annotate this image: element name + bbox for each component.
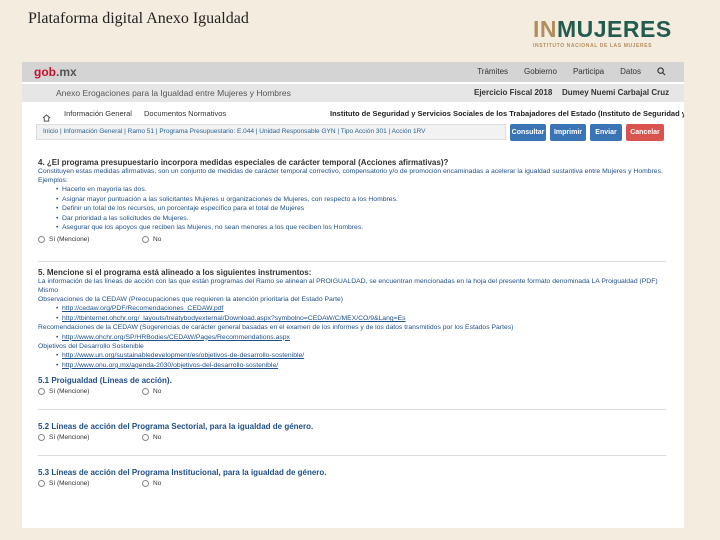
divider [38, 455, 666, 457]
q4-no-option[interactable]: No [142, 235, 162, 243]
gob-nav: Trámites Gobierno Participa Datos [477, 67, 666, 78]
q53-no-label: No [153, 480, 162, 488]
gob-logo-main: gob [34, 65, 56, 79]
app-title: Anexo Erogaciones para la Igualdad entre… [56, 88, 291, 98]
gob-header: gob.mx Trámites Gobierno Participa Datos [22, 62, 684, 82]
toolbar: Información General Documentos Normativo… [36, 106, 684, 122]
q51-yes-option[interactable]: Sí (Mencione) [38, 388, 142, 396]
radio-button[interactable] [38, 480, 45, 488]
cancel-button[interactable]: Cancelar [626, 124, 664, 141]
link[interactable]: http://tbinternet.ohchr.org/_layouts/tre… [56, 314, 666, 324]
gob-logo[interactable]: gob.mx [34, 65, 77, 79]
slide-title: Plataforma digital Anexo Igualdad [28, 10, 249, 27]
question-5-2-options: Sí (Mencione) No [38, 434, 666, 442]
q53-yes-option[interactable]: Sí (Mencione) [38, 480, 142, 488]
breadcrumb[interactable]: Inicio | Información General | Ramo 51 |… [36, 124, 506, 140]
list-item: Dar prioridad a las solicitudes de Mujer… [56, 214, 666, 224]
q4-no-label: No [153, 235, 162, 243]
radio-button[interactable] [142, 235, 149, 243]
tab-general[interactable]: Información General [64, 109, 132, 118]
form-content: 4. ¿El programa presupuestario incorpora… [38, 158, 666, 488]
link[interactable]: http://www.ohchr.org/SP/HRBodies/CEDAW/P… [56, 333, 666, 343]
send-button[interactable]: Enviar [590, 124, 622, 141]
question-4-options: Sí (Mencione) No [38, 235, 666, 243]
link[interactable]: http://www.onu.org.mx/agenda-2030/objeti… [56, 361, 666, 371]
tab-documents[interactable]: Documentos Normativos [144, 109, 226, 118]
ods-label: Objetivos del Desarrollo Sostenible [38, 343, 144, 351]
cedaw-recommendations-links: http://www.ohchr.org/SP/HRBodies/CEDAW/P… [56, 333, 666, 343]
logo-part-in: IN [533, 16, 557, 42]
list-item: Asignar mayor puntuación a las solicitan… [56, 195, 666, 205]
q52-no-option[interactable]: No [142, 434, 162, 442]
radio-button[interactable] [38, 434, 45, 442]
radio-button[interactable] [142, 434, 149, 442]
q53-yes-label: Sí (Mencione) [49, 480, 90, 488]
question-4-examples: Hacerlo en mayoría las dos. Asignar mayo… [56, 185, 666, 233]
inmujeres-logo: INMUJERES INSTITUTO NACIONAL DE LAS MUJE… [533, 16, 683, 50]
question-4-intro: Constituyen estas medidas afirmativas, s… [38, 168, 663, 185]
q52-yes-option[interactable]: Sí (Mencione) [38, 434, 142, 442]
list-item: Definir un total de los recursos, un por… [56, 204, 666, 214]
q53-no-option[interactable]: No [142, 480, 162, 488]
divider [38, 409, 666, 411]
print-button[interactable]: Imprimir [550, 124, 586, 141]
q51-no-label: No [153, 388, 162, 396]
radio-button[interactable] [142, 480, 149, 488]
ods-links: http://www.un.org/sustainabledevelopment… [56, 351, 666, 370]
question-5-2-title: 5.2 Líneas de acción del Programa Sector… [38, 422, 314, 432]
q52-no-label: No [153, 434, 162, 442]
institution-name: Instituto de Seguridad y Servicios Socia… [330, 109, 684, 118]
cedaw-recommendations-label: Recomendaciones de la CEDAW (Sugerencias… [38, 324, 514, 332]
user-name[interactable]: Dumey Nuemi Carbajal Cruz [562, 88, 669, 97]
nav-tramites[interactable]: Trámites [477, 67, 508, 78]
q4-yes-label: Sí (Mencione) [49, 235, 90, 243]
radio-button[interactable] [142, 388, 149, 396]
list-item: Hacerlo en mayoría las dos. [56, 185, 666, 195]
consult-button[interactable]: Consultar [510, 124, 546, 141]
search-icon[interactable] [657, 67, 666, 78]
q4-yes-option[interactable]: Sí (Mencione) [38, 235, 142, 243]
question-5-1-title: 5.1 Proigualdad (Líneas de acción). [38, 376, 172, 386]
gob-logo-suffix: .mx [56, 65, 77, 79]
logo-subtitle: INSTITUTO NACIONAL DE LAS MUJERES [533, 43, 653, 49]
fiscal-year: Ejercicio Fiscal 2018 [474, 88, 553, 97]
link[interactable]: http://www.un.org/sustainabledevelopment… [56, 351, 666, 361]
list-item: Asegurar que los apoyos que reciben las … [56, 223, 666, 233]
cedaw-observations-label: Observaciones de la CEDAW (Preocupacione… [38, 296, 344, 304]
divider [38, 260, 666, 262]
nav-participa[interactable]: Participa [573, 67, 604, 78]
question-5-intro: La información de las líneas de acción c… [38, 277, 658, 295]
nav-gobierno[interactable]: Gobierno [524, 67, 557, 78]
q52-yes-label: Sí (Mencione) [49, 434, 90, 442]
q51-no-option[interactable]: No [142, 388, 162, 396]
link[interactable]: http://cedaw.org/PDF/Recomendaciones_CED… [56, 304, 666, 314]
screenshot-frame: gob.mx Trámites Gobierno Participa Datos… [22, 62, 684, 528]
logo-part-mujeres: MUJERES [557, 16, 672, 42]
question-5-title: 5. Mencione si el programa está alineado… [38, 267, 312, 277]
question-4-title: 4. ¿El programa presupuestario incorpora… [38, 158, 449, 167]
cedaw-observations-links: http://cedaw.org/PDF/Recomendaciones_CED… [56, 304, 666, 323]
radio-button[interactable] [38, 235, 45, 243]
radio-button[interactable] [38, 388, 45, 396]
nav-datos[interactable]: Datos [620, 67, 641, 78]
app-bar: Anexo Erogaciones para la Igualdad entre… [22, 84, 684, 102]
question-5-3-title: 5.3 Líneas de acción del Programa Instit… [38, 468, 327, 478]
question-5-1-options: Sí (Mencione) No [38, 388, 666, 396]
q51-yes-label: Sí (Mencione) [49, 388, 90, 396]
question-5-3-options: Sí (Mencione) No [38, 480, 666, 488]
home-icon[interactable] [42, 109, 51, 122]
